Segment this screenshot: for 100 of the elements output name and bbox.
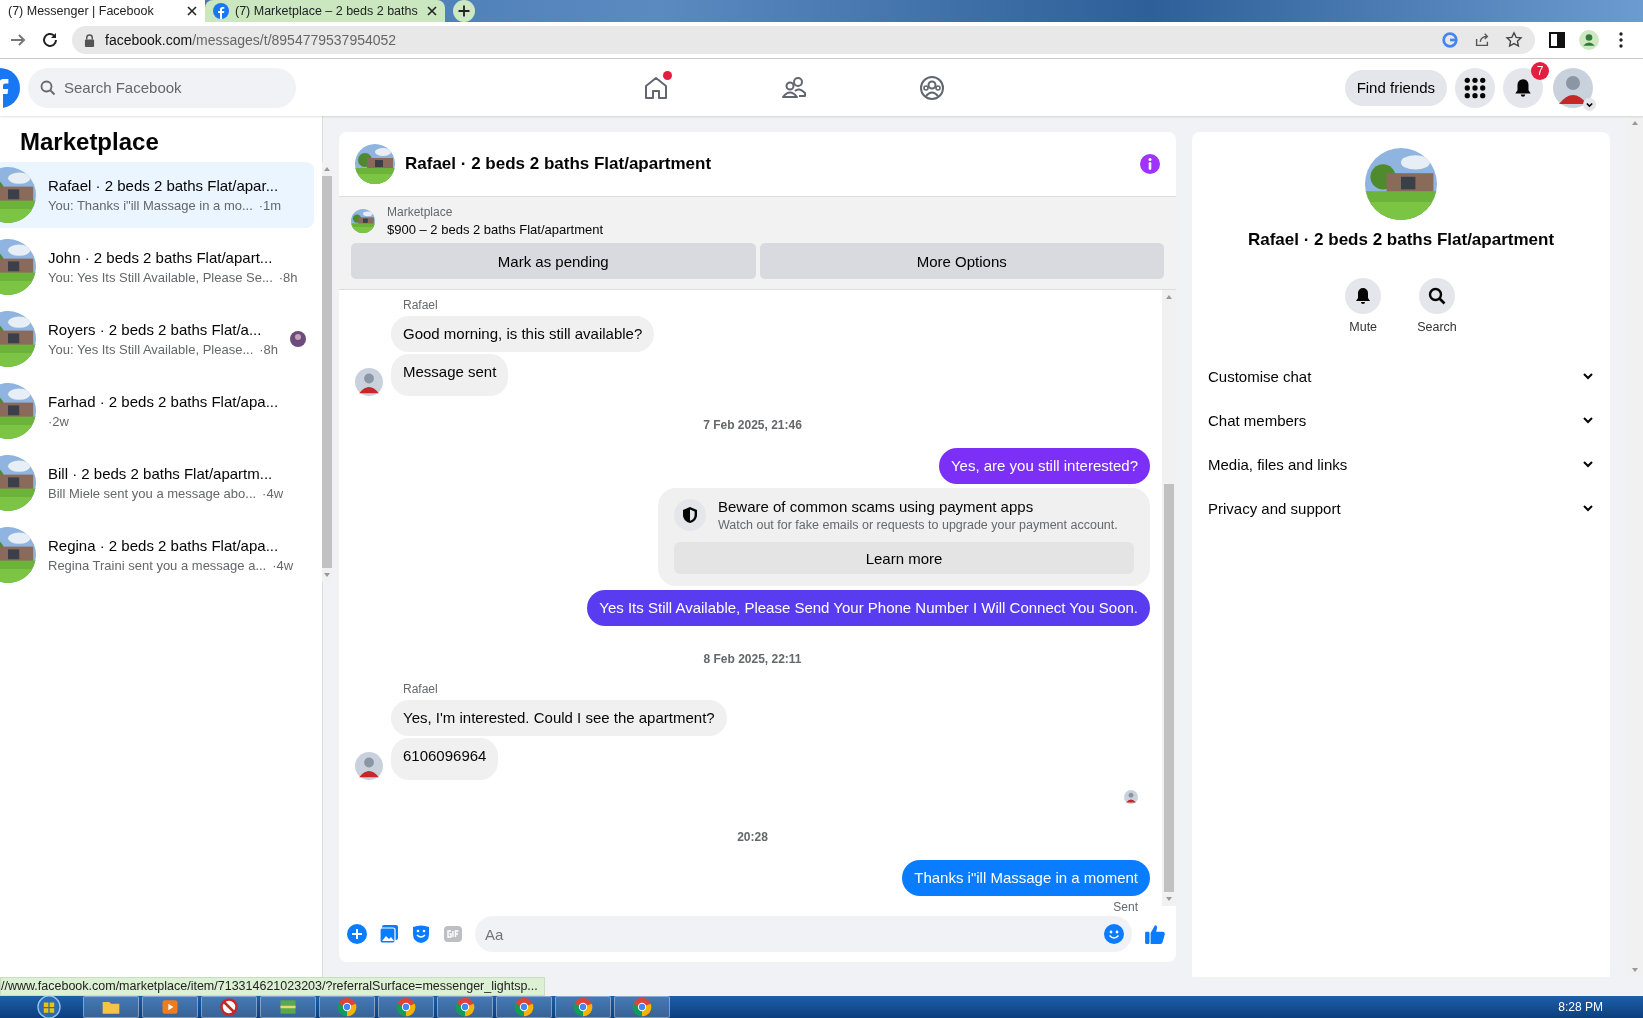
- caret-icon[interactable]: [1583, 97, 1596, 111]
- message-input[interactable]: Aa: [475, 916, 1132, 952]
- scrollbar[interactable]: [1162, 290, 1176, 906]
- taskbar-app[interactable]: [201, 996, 257, 1018]
- conversation-item[interactable]: Royers · 2 beds 2 baths Flat/a... You: Yes Its Still Available, Please... ·8h: [0, 306, 315, 372]
- google-icon[interactable]: [1441, 31, 1459, 49]
- listing-action-button[interactable]: Mark as pending: [351, 243, 756, 279]
- apps-icon[interactable]: [1455, 67, 1495, 108]
- message-bubble: Yes, are you still interested?: [938, 448, 1150, 484]
- conversation-title: Royers · 2 beds 2 baths Flat/a...: [48, 321, 263, 338]
- warning-title: Beware of common scams using payment apps: [718, 498, 1035, 515]
- conversation-item[interactable]: Farhad · 2 beds 2 baths Flat/apa... ·2w: [0, 378, 315, 444]
- like-icon[interactable]: [1144, 923, 1166, 945]
- sidebar-title: Marketplace: [19, 127, 160, 157]
- listing-action-button[interactable]: More Options: [759, 243, 1164, 279]
- conversation-item[interactable]: Regina · 2 beds 2 baths Flat/apa... Regina Traini sent you a message a... ·4w: [0, 522, 315, 588]
- new-tab-icon[interactable]: [453, 0, 475, 22]
- url-text: facebook.com/messages/t/8954779537954052: [105, 32, 397, 48]
- lock-icon: [84, 33, 95, 47]
- shield-icon: [674, 499, 706, 531]
- section-header[interactable]: Customise chat: [1192, 354, 1610, 398]
- avatar: [355, 752, 383, 780]
- conversation-title: Farhad · 2 beds 2 baths Flat/apa...: [48, 393, 280, 410]
- section-label: Privacy and support: [1208, 499, 1341, 517]
- share-icon[interactable]: [1473, 31, 1491, 49]
- tab-title: (7) Messenger | Facebook: [8, 4, 155, 18]
- close-icon[interactable]: [427, 6, 437, 16]
- delivery-status: Sent: [1113, 900, 1138, 914]
- notification-count: 7: [1531, 61, 1549, 80]
- tab-title: (7) Marketplace – 2 beds 2 baths: [235, 4, 419, 18]
- learn-more-button[interactable]: Learn more: [674, 542, 1134, 574]
- section-header[interactable]: Media, files and links: [1192, 442, 1610, 486]
- message-preview: You: Yes Its Still Available, Please Se...: [48, 270, 273, 285]
- conversation-item[interactable]: Rafael · 2 beds 2 baths Flat/apar... You: Thanks i"ill Massage in a mo... ·1m: [0, 162, 315, 228]
- message-time: ·4w: [262, 486, 284, 501]
- conversation-title: Rafael · 2 beds 2 baths Flat/apar...: [48, 177, 280, 194]
- find-friends-button[interactable]: Find friends: [1344, 69, 1447, 106]
- search-icon: [1427, 286, 1447, 306]
- conversation-item[interactable]: Bill · 2 beds 2 baths Flat/apartm... Bill Miele sent you a message abo... ·4w: [0, 450, 315, 516]
- info-icon[interactable]: [1140, 154, 1160, 174]
- message-bubble: Good morning, is this still available?: [391, 316, 655, 352]
- taskbar-app[interactable]: [319, 996, 375, 1018]
- sender-name: Rafael: [403, 682, 439, 696]
- scrollbar[interactable]: [322, 162, 333, 582]
- message-time: ·8h: [278, 270, 298, 285]
- avatar: [355, 368, 383, 396]
- message-bubble: Message sent: [391, 354, 509, 396]
- browser-tab[interactable]: (7) Marketplace – 2 beds 2 baths: [205, 0, 445, 22]
- sticker-icon[interactable]: [411, 924, 431, 944]
- message-time: ·2w: [48, 414, 69, 429]
- no-entry-icon: [219, 997, 239, 1017]
- listing-label: Marketplace: [387, 205, 454, 219]
- address-field[interactable]: facebook.com/messages/t/8954779537954052: [72, 26, 1535, 54]
- avatar: [1124, 790, 1138, 804]
- scroll-down-icon[interactable]: [1631, 966, 1639, 974]
- section-label: Chat members: [1208, 411, 1307, 429]
- emoji-icon[interactable]: [1104, 924, 1124, 944]
- star-icon[interactable]: [1505, 31, 1523, 49]
- taskbar-app[interactable]: [614, 996, 670, 1018]
- scroll-up-icon[interactable]: [1631, 119, 1639, 127]
- message-bubble: Yes, I'm interested. Could I see the apartment?: [391, 700, 727, 736]
- message-bubble: Thanks i"ill Massage in a moment: [902, 860, 1150, 896]
- browser-icon: [514, 997, 534, 1017]
- notifications-icon[interactable]: [1503, 67, 1543, 108]
- search-icon: [40, 79, 56, 96]
- browser-icon: [337, 997, 357, 1017]
- taskbar-app[interactable]: [83, 996, 139, 1018]
- scroll-up-icon[interactable]: [1165, 293, 1173, 301]
- start-button[interactable]: [36, 994, 62, 1018]
- browser-tab[interactable]: (7) Messenger | Facebook: [0, 0, 205, 22]
- scroll-up-icon[interactable]: [323, 165, 332, 173]
- taskbar-app[interactable]: [260, 996, 316, 1018]
- search-field[interactable]: Search Facebook: [28, 67, 296, 108]
- avatar: [1553, 67, 1593, 108]
- image-icon[interactable]: [379, 924, 399, 944]
- message-preview: You: Yes Its Still Available, Please...: [48, 342, 254, 357]
- conversation-item[interactable]: John · 2 beds 2 baths Flat/apart... You: Yes Its Still Available, Please Se... ·8h: [0, 234, 315, 300]
- clock: 8:28 PM: [1558, 1000, 1603, 1014]
- groups-icon[interactable]: [918, 73, 946, 102]
- conversation-name: Rafael · 2 beds 2 baths Flat/apartment: [1247, 230, 1555, 250]
- plus-icon[interactable]: [347, 924, 367, 944]
- message-preview: You: Thanks i"ill Massage in a mo...: [48, 198, 253, 213]
- message-bubble: Yes Its Still Available, Please Send Your Phone Number I Will Connect You Soon.: [587, 590, 1150, 626]
- section-header[interactable]: Privacy and support: [1192, 486, 1610, 530]
- sidebar-icon[interactable]: [1547, 30, 1567, 50]
- scrollbar[interactable]: [1627, 116, 1643, 977]
- taskbar-app[interactable]: [555, 996, 611, 1018]
- message-time: ·8h: [259, 342, 279, 357]
- message-time: ·1m: [258, 198, 282, 213]
- taskbar-app[interactable]: [378, 996, 434, 1018]
- section-header[interactable]: Chat members: [1192, 398, 1610, 442]
- listing-title[interactable]: $900 – 2 beds 2 baths Flat/apartment: [387, 222, 604, 237]
- close-icon[interactable]: [187, 6, 197, 16]
- scroll-down-icon[interactable]: [323, 571, 332, 579]
- sender-name: Rafael: [403, 298, 439, 312]
- taskbar-app[interactable]: [496, 996, 552, 1018]
- taskbar-app[interactable]: [437, 996, 493, 1018]
- reload-icon[interactable]: [40, 30, 60, 50]
- profile-icon[interactable]: [1579, 30, 1599, 50]
- scroll-down-icon[interactable]: [1165, 895, 1173, 903]
